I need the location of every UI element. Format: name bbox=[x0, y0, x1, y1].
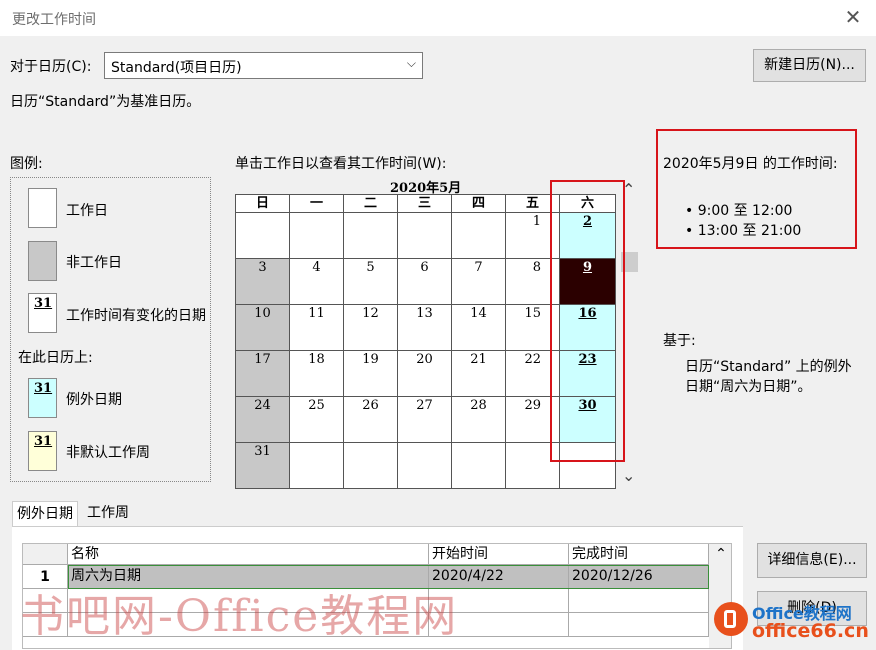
tab-work-weeks[interactable]: 工作周 bbox=[83, 501, 133, 525]
calendar-day[interactable]: 4 bbox=[290, 259, 344, 305]
legend-exception-day: 例外日期 bbox=[66, 392, 122, 408]
base-calendar-note: 日历“Standard”为基准日历。 bbox=[10, 94, 201, 110]
calendar-empty-cell bbox=[398, 443, 452, 489]
calendar-day[interactable]: 5 bbox=[344, 259, 398, 305]
calendar-empty-cell bbox=[290, 213, 344, 259]
legend-box: 工作日 非工作日 31 工作时间有变化的日期 在此日历上: 31 例外日期 31… bbox=[10, 177, 211, 482]
calendar-scroll-down-icon[interactable]: ⌄ bbox=[622, 466, 635, 485]
calendar-day[interactable]: 11 bbox=[290, 305, 344, 351]
calendar-day[interactable]: 26 bbox=[344, 397, 398, 443]
based-on-text-line1: 日历“Standard” 上的例外 bbox=[685, 359, 852, 375]
exception-day-swatch: 31 bbox=[28, 378, 57, 418]
calendar-empty-cell bbox=[236, 213, 290, 259]
empty-cell[interactable] bbox=[569, 589, 709, 613]
calendar-day[interactable]: 7 bbox=[452, 259, 506, 305]
window-title: 更改工作时间 bbox=[12, 12, 96, 28]
legend-working-day: 工作日 bbox=[66, 203, 108, 219]
nondefault-week-swatch: 31 bbox=[28, 431, 57, 471]
calendar-empty-cell bbox=[344, 213, 398, 259]
calendar-day[interactable]: 25 bbox=[290, 397, 344, 443]
calendar-empty-cell bbox=[452, 443, 506, 489]
saturday-highlight-box bbox=[550, 180, 625, 462]
watermark-text: 书吧网-Office教程网 bbox=[20, 591, 459, 642]
calendar-select[interactable]: Standard(项目日历) ⌵ bbox=[104, 52, 423, 79]
close-icon[interactable]: ✕ bbox=[842, 6, 864, 28]
weekday-header: 一 bbox=[290, 195, 344, 213]
new-calendar-button[interactable]: 新建日历(N)... bbox=[753, 49, 866, 82]
calendar-day[interactable]: 31 bbox=[236, 443, 290, 489]
calendar-day[interactable]: 18 bbox=[290, 351, 344, 397]
calendar-day[interactable]: 10 bbox=[236, 305, 290, 351]
title-bar bbox=[0, 0, 876, 36]
cell-finish[interactable]: 2020/12/26 bbox=[569, 566, 709, 588]
calendar-instruction: 单击工作日以查看其工作时间(W): bbox=[235, 156, 447, 172]
working-day-swatch bbox=[28, 188, 57, 228]
calendar-day[interactable]: 21 bbox=[452, 351, 506, 397]
calendar-day[interactable]: 14 bbox=[452, 305, 506, 351]
calendar-day[interactable]: 17 bbox=[236, 351, 290, 397]
scroll-up-icon[interactable]: ⌃ bbox=[715, 546, 727, 562]
calendar-empty-cell bbox=[290, 443, 344, 489]
based-on-label: 基于: bbox=[663, 333, 696, 349]
calendar-empty-cell bbox=[344, 443, 398, 489]
on-calendar-label: 在此日历上: bbox=[18, 350, 93, 366]
based-on-text-line2: 日期“周六为日期”。 bbox=[685, 379, 812, 395]
calendar-day[interactable]: 27 bbox=[398, 397, 452, 443]
calendar-day[interactable]: 28 bbox=[452, 397, 506, 443]
working-times-heading: 2020年5月9日 的工作时间: bbox=[663, 156, 838, 172]
working-time-item: • 9:00 至 12:00 bbox=[685, 203, 793, 219]
details-button[interactable]: 详细信息(E)... bbox=[757, 543, 867, 578]
tab-exceptions[interactable]: 例外日期 bbox=[12, 501, 78, 527]
calendar-day[interactable]: 19 bbox=[344, 351, 398, 397]
watermark-logo: Office教程网 office66.cn bbox=[712, 598, 874, 648]
office-logo-icon bbox=[714, 602, 748, 636]
nonworking-day-swatch bbox=[28, 241, 57, 281]
calendar-day[interactable]: 3 bbox=[236, 259, 290, 305]
legend-changed-hours: 工作时间有变化的日期 bbox=[66, 308, 206, 324]
legend-nonworking-day: 非工作日 bbox=[66, 255, 122, 271]
calendar-day[interactable]: 24 bbox=[236, 397, 290, 443]
calendar-select-value: Standard(项目日历) bbox=[111, 60, 242, 76]
column-header-finish[interactable]: 完成时间 bbox=[569, 544, 709, 565]
row-header-corner bbox=[23, 544, 68, 565]
empty-cell[interactable] bbox=[569, 613, 709, 637]
column-header-start[interactable]: 开始时间 bbox=[429, 544, 569, 565]
changed-hours-swatch: 31 bbox=[28, 293, 57, 333]
chevron-down-icon: ⌵ bbox=[406, 56, 416, 70]
working-time-item: • 13:00 至 21:00 bbox=[685, 223, 802, 239]
calendar-day[interactable]: 20 bbox=[398, 351, 452, 397]
calendar-empty-cell bbox=[452, 213, 506, 259]
column-header-name[interactable]: 名称 bbox=[68, 544, 429, 565]
calendar-empty-cell bbox=[398, 213, 452, 259]
legend-title: 图例: bbox=[10, 156, 43, 172]
calendar-day[interactable]: 6 bbox=[398, 259, 452, 305]
calendar-day[interactable]: 12 bbox=[344, 305, 398, 351]
weekday-header: 二 bbox=[344, 195, 398, 213]
legend-nondefault-week: 非默认工作周 bbox=[66, 445, 150, 461]
weekday-header: 三 bbox=[398, 195, 452, 213]
calendar-select-label: 对于日历(C): bbox=[10, 59, 92, 75]
watermark-url: office66.cn bbox=[752, 620, 869, 642]
weekday-header: 四 bbox=[452, 195, 506, 213]
calendar-day[interactable]: 13 bbox=[398, 305, 452, 351]
weekday-header: 日 bbox=[236, 195, 290, 213]
